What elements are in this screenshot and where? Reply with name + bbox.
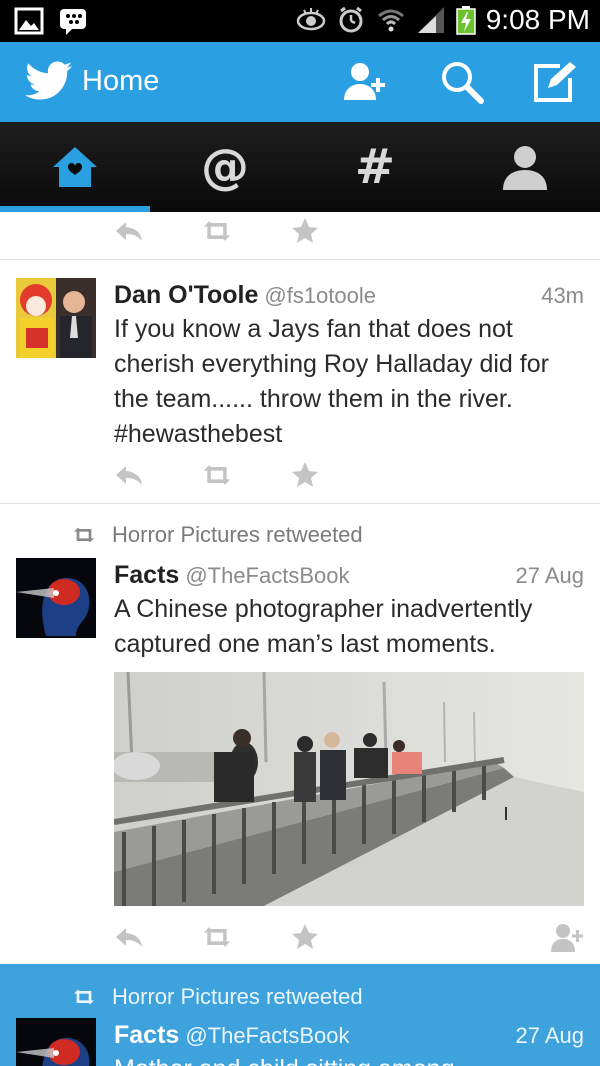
favorite-icon[interactable]	[290, 216, 320, 246]
reply-icon[interactable]	[114, 216, 144, 246]
tab-bar: @ #	[0, 122, 600, 212]
tweet[interactable]: Horror Pictures retweeted Facts @TheFacts…	[0, 964, 600, 1066]
author-name: Facts	[114, 561, 180, 589]
signal-icon	[417, 7, 444, 33]
tab-me[interactable]	[450, 122, 600, 212]
page-title: Home	[82, 65, 160, 97]
retweeted-by: Horror Pictures retweeted	[72, 984, 363, 1010]
author-handle: @TheFactsBook	[185, 1023, 350, 1048]
retweeted-by-label: Horror Pictures retweeted	[112, 984, 363, 1009]
tweet-actions	[114, 460, 584, 490]
tab-mentions[interactable]: @	[150, 122, 300, 212]
tweet-text: If you know a Jays fan that does not che…	[114, 315, 549, 448]
reply-icon[interactable]	[114, 922, 144, 952]
clock: 9:08 PM	[485, 4, 590, 35]
eye-icon	[296, 8, 325, 31]
tweet-author[interactable]: Dan O'Toole @fs1otoole	[114, 281, 376, 310]
status-bar: 9:08 PM	[0, 0, 600, 42]
tweet-actions	[114, 216, 584, 246]
author-handle: @fs1otoole	[264, 283, 376, 308]
avatar[interactable]	[16, 278, 96, 358]
retweet-icon[interactable]	[202, 216, 232, 246]
tweet-text: Mother and child sitting among	[114, 1052, 584, 1066]
tweet-author[interactable]: Facts @TheFactsBook	[114, 561, 350, 590]
retweet-icon[interactable]	[202, 460, 232, 490]
search-icon[interactable]	[438, 58, 486, 106]
hashtag-icon: #	[354, 139, 396, 195]
at-icon: @	[201, 139, 249, 195]
home-icon	[53, 147, 97, 187]
retweeted-by: Horror Pictures retweeted	[72, 522, 363, 548]
tweet-timestamp: 27 Aug	[515, 1023, 584, 1048]
bbm-icon	[60, 9, 86, 35]
tweet-timestamp: 43m	[541, 283, 584, 308]
retweet-icon	[74, 989, 94, 1005]
tweet-actions	[114, 922, 584, 952]
tweet-author[interactable]: Facts @TheFactsBook	[114, 1021, 350, 1050]
follow-icon[interactable]	[550, 922, 584, 952]
reply-icon[interactable]	[114, 460, 144, 490]
favorite-icon[interactable]	[290, 922, 320, 952]
retweet-icon	[74, 527, 94, 543]
battery-charging-icon	[455, 6, 476, 35]
tweet-timestamp: 27 Aug	[515, 563, 584, 588]
tweet[interactable]: Horror Pictures retweeted Facts @TheFacts…	[0, 504, 600, 964]
profile-icon	[503, 146, 547, 190]
avatar[interactable]	[16, 1018, 96, 1066]
tweet[interactable]: Dan O'Toole @fs1otoole 43m If you know a …	[0, 260, 600, 503]
favorite-icon[interactable]	[290, 460, 320, 490]
wifi-icon	[377, 9, 404, 32]
app-bar: Home	[0, 42, 600, 122]
retweet-icon[interactable]	[202, 922, 232, 952]
add-user-icon[interactable]	[340, 58, 388, 106]
author-name: Dan O'Toole	[114, 281, 259, 309]
compose-icon[interactable]	[530, 58, 578, 106]
active-tab-indicator	[0, 206, 150, 212]
tweet-photo[interactable]	[114, 672, 584, 906]
author-handle: @TheFactsBook	[185, 563, 350, 588]
tab-discover[interactable]: #	[300, 122, 450, 212]
twitter-bird-icon[interactable]	[24, 60, 74, 104]
retweeted-by-label: Horror Pictures retweeted	[112, 522, 363, 547]
tweet-text: A Chinese photographer inadvertently cap…	[114, 595, 533, 658]
avatar[interactable]	[16, 558, 96, 638]
author-name: Facts	[114, 1021, 180, 1049]
tab-home[interactable]	[0, 122, 150, 212]
alarm-icon	[339, 6, 363, 33]
gallery-icon	[14, 7, 44, 35]
